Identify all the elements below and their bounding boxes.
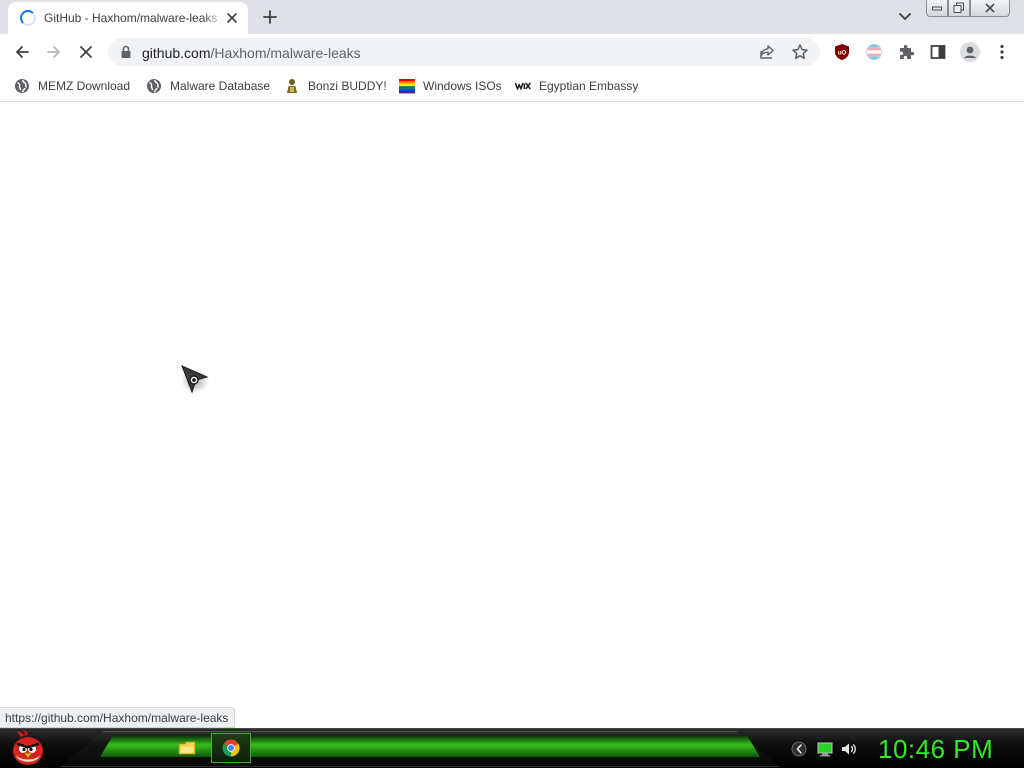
desktop-screen: GitHub - Haxhom/malware-leaks github.com… bbox=[0, 0, 1024, 768]
globe-icon bbox=[14, 78, 30, 94]
chevron-down-icon bbox=[899, 13, 911, 20]
bookmark-malware-database[interactable]: Malware Database bbox=[146, 76, 270, 96]
wix-icon bbox=[515, 78, 531, 94]
profile-avatar-icon[interactable] bbox=[958, 40, 982, 64]
browser-tab[interactable]: GitHub - Haxhom/malware-leaks bbox=[8, 2, 248, 34]
tab-title: GitHub - Haxhom/malware-leaks bbox=[44, 11, 218, 25]
bookmark-egyptian-embassy[interactable]: Egyptian Embassy bbox=[515, 76, 638, 96]
minimize-icon bbox=[932, 6, 942, 11]
side-panel-icon[interactable] bbox=[926, 40, 950, 64]
bookmark-label: MEMZ Download bbox=[38, 79, 131, 93]
bonzi-icon bbox=[284, 78, 300, 94]
tab-search-button[interactable] bbox=[894, 7, 916, 27]
browser-toolbar: github.com/Haxhom/malware-leaks uO bbox=[0, 34, 1024, 70]
address-bar[interactable]: github.com/Haxhom/malware-leaks bbox=[108, 38, 820, 66]
plus-icon bbox=[263, 10, 277, 24]
taskbar-app-file-explorer[interactable] bbox=[167, 733, 207, 763]
close-window-button[interactable] bbox=[970, 0, 1010, 17]
new-tab-button[interactable] bbox=[258, 5, 282, 29]
svg-text:uO: uO bbox=[838, 51, 847, 57]
link-status-bubble: https://github.com/Haxhom/malware-leaks bbox=[0, 707, 236, 728]
rainbow-flag-icon bbox=[399, 78, 415, 94]
angry-bird-start-icon bbox=[13, 730, 43, 765]
globe-icon bbox=[146, 78, 162, 94]
url-path: /Haxhom/malware-leaks bbox=[210, 45, 361, 61]
bookmark-label: Malware Database bbox=[170, 79, 271, 93]
close-icon bbox=[985, 3, 995, 13]
network-monitor-icon[interactable] bbox=[816, 740, 834, 758]
forward-button[interactable] bbox=[42, 40, 66, 64]
minimize-button[interactable] bbox=[926, 0, 948, 17]
more-vert-icon[interactable] bbox=[990, 40, 1014, 64]
bookmark-label: Egyptian Embassy bbox=[539, 79, 639, 93]
forward-arrow-icon bbox=[47, 46, 60, 58]
share-icon[interactable] bbox=[758, 43, 776, 64]
tab-close-icon[interactable] bbox=[224, 10, 240, 26]
restore-icon bbox=[953, 2, 964, 13]
lock-icon[interactable] bbox=[120, 45, 132, 62]
url-host: github.com bbox=[142, 45, 211, 61]
bookmarks-bar: MEMZ Download Malware Database Bonzi BUD… bbox=[0, 70, 1024, 102]
star-icon[interactable] bbox=[791, 43, 809, 64]
restore-button[interactable] bbox=[948, 0, 970, 17]
file-explorer-icon bbox=[178, 741, 196, 755]
speaker-icon[interactable] bbox=[840, 740, 858, 758]
taskbar bbox=[0, 728, 1024, 768]
page-content[interactable] bbox=[0, 103, 1024, 728]
bookmark-label: Bonzi BUDDY! bbox=[308, 79, 387, 93]
start-button[interactable] bbox=[8, 730, 48, 768]
loading-spinner-icon bbox=[20, 10, 36, 26]
bookmark-label: Windows ISOs bbox=[423, 79, 502, 93]
taskbar-app-chrome[interactable] bbox=[211, 733, 251, 763]
tray-update-icon[interactable] bbox=[790, 740, 808, 758]
puzzle-extensions-icon[interactable] bbox=[894, 40, 918, 64]
tab-strip: GitHub - Haxhom/malware-leaks bbox=[0, 0, 1024, 34]
bookmark-windows-isos[interactable]: Windows ISOs bbox=[399, 76, 502, 96]
url-text[interactable]: github.com/Haxhom/malware-leaks bbox=[142, 45, 361, 61]
taskbar-clock[interactable]: 10:46 PM bbox=[878, 734, 993, 765]
window-controls bbox=[926, 0, 1022, 18]
bookmark-bonzi-buddy[interactable]: Bonzi BUDDY! bbox=[284, 76, 387, 96]
mouse-cursor bbox=[180, 364, 210, 396]
ublock-origin-icon[interactable]: uO bbox=[830, 40, 854, 64]
chrome-icon bbox=[222, 739, 240, 757]
back-arrow-icon bbox=[16, 46, 29, 58]
bookmark-memz-download[interactable]: MEMZ Download bbox=[14, 76, 130, 96]
trans-flag-extension-icon[interactable] bbox=[862, 40, 886, 64]
back-button[interactable] bbox=[10, 40, 34, 64]
stop-button[interactable] bbox=[74, 40, 98, 64]
stop-loading-icon bbox=[80, 46, 92, 58]
